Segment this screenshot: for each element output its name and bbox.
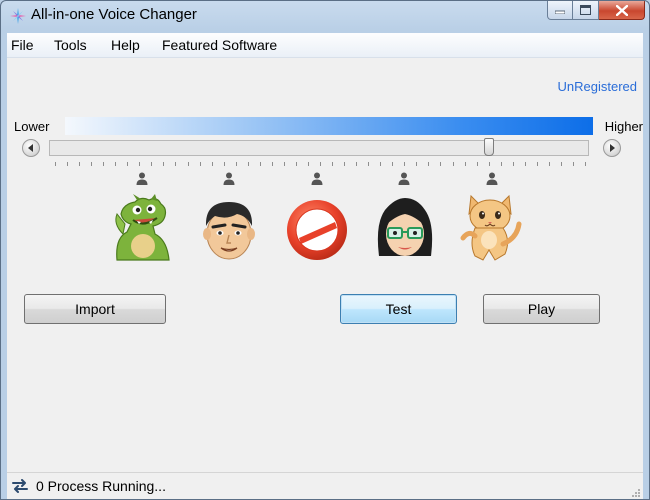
slider-tick xyxy=(320,162,321,166)
slider-tick xyxy=(488,162,490,166)
menu-file[interactable]: File xyxy=(11,37,34,53)
slider-tick xyxy=(91,162,93,166)
slider-tick xyxy=(500,162,502,166)
slider-tick xyxy=(428,162,430,166)
main-panel: UnRegistered Lower Higher Import Test Pl… xyxy=(7,58,643,472)
menu-featured-software[interactable]: Featured Software xyxy=(162,37,277,53)
slider-tick xyxy=(332,162,334,166)
voice-waveform-icon xyxy=(10,8,26,24)
menu-bar: File Tools Help Featured Software xyxy=(7,33,643,58)
slider-tick xyxy=(344,162,346,166)
slider-tick xyxy=(139,162,141,166)
slider-tick xyxy=(175,162,177,166)
close-button[interactable] xyxy=(599,1,645,20)
slider-tick xyxy=(416,162,418,166)
slider-tick xyxy=(127,162,129,166)
title-bar[interactable]: All-in-one Voice Changer xyxy=(1,1,649,31)
slider-tick xyxy=(259,162,261,166)
slider-tick xyxy=(115,162,117,166)
slider-tick xyxy=(392,162,394,166)
slider-tick xyxy=(163,162,165,166)
maximize-icon xyxy=(580,5,591,15)
menu-tools[interactable]: Tools xyxy=(54,37,87,53)
pitch-slider-track[interactable] xyxy=(49,140,589,156)
dragon-icon xyxy=(115,194,170,261)
window-title: All-in-one Voice Changer xyxy=(31,6,197,23)
close-icon xyxy=(615,4,628,16)
unregistered-link[interactable]: UnRegistered xyxy=(558,79,638,94)
slider-tick xyxy=(524,162,526,166)
slider-tick xyxy=(103,162,105,166)
voice-preset-man[interactable] xyxy=(197,194,261,262)
slider-tick xyxy=(356,162,358,166)
pitch-slider-ticks xyxy=(55,162,586,168)
status-text: 0 Process Running... xyxy=(36,478,166,494)
app-window: All-in-one Voice Changer File Tools Help… xyxy=(0,0,650,500)
import-button[interactable]: Import xyxy=(24,294,166,324)
slider-tick xyxy=(452,162,454,166)
slider-tick xyxy=(187,162,189,166)
slider-tick xyxy=(572,162,574,166)
slider-tick xyxy=(380,162,382,166)
voice-preset-cat[interactable] xyxy=(459,194,523,262)
pitch-higher-label: Higher xyxy=(604,119,643,134)
slider-tick xyxy=(67,162,69,166)
pitch-increase-button[interactable] xyxy=(603,139,621,157)
minimize-icon xyxy=(555,10,565,14)
slider-tick xyxy=(585,162,586,166)
slider-tick xyxy=(283,162,285,166)
person-marker-icon xyxy=(136,172,148,185)
slider-tick xyxy=(55,162,56,166)
arrow-left-icon xyxy=(28,144,33,152)
voice-preset-normal[interactable] xyxy=(285,194,349,262)
maximize-button[interactable] xyxy=(573,1,599,20)
play-button[interactable]: Play xyxy=(483,294,600,324)
slider-tick xyxy=(211,162,213,166)
slider-tick xyxy=(476,162,478,166)
resize-grip-icon[interactable] xyxy=(631,488,641,498)
slider-tick xyxy=(440,162,442,166)
arrow-right-icon xyxy=(610,144,615,152)
slider-tick xyxy=(548,162,550,166)
slider-tick xyxy=(151,162,153,166)
slider-tick xyxy=(223,162,225,166)
person-marker-icon xyxy=(311,172,323,185)
slider-tick xyxy=(404,162,406,166)
slider-tick xyxy=(368,162,370,166)
man-face-icon xyxy=(203,202,255,260)
test-button[interactable]: Test xyxy=(340,294,457,324)
slider-tick xyxy=(512,162,514,166)
slider-tick xyxy=(247,162,249,166)
swap-arrows-icon xyxy=(12,479,28,493)
slider-tick xyxy=(235,162,237,166)
slider-tick xyxy=(79,162,81,166)
slider-tick xyxy=(536,162,538,166)
status-bar: 0 Process Running... xyxy=(7,472,643,499)
voice-preset-dragon[interactable] xyxy=(109,194,173,262)
minimize-button[interactable] xyxy=(547,1,573,20)
no-entry-icon xyxy=(287,200,347,260)
person-marker-icon xyxy=(398,172,410,185)
slider-tick xyxy=(271,162,273,166)
slider-tick xyxy=(464,162,466,166)
cat-icon xyxy=(460,194,522,261)
pitch-gradient-bar xyxy=(65,117,593,135)
window-controls xyxy=(547,1,645,21)
person-marker-icon xyxy=(223,172,235,185)
slider-tick xyxy=(560,162,562,166)
slider-tick xyxy=(199,162,201,166)
pitch-lower-label: Lower xyxy=(14,119,50,134)
person-marker-icon xyxy=(486,172,498,185)
slider-tick xyxy=(307,162,309,166)
pitch-slider-thumb[interactable] xyxy=(483,138,494,156)
pitch-decrease-button[interactable] xyxy=(22,139,40,157)
menu-help[interactable]: Help xyxy=(111,37,140,53)
voice-preset-woman[interactable] xyxy=(373,194,437,262)
woman-face-icon xyxy=(377,198,433,256)
slider-tick xyxy=(295,162,297,166)
